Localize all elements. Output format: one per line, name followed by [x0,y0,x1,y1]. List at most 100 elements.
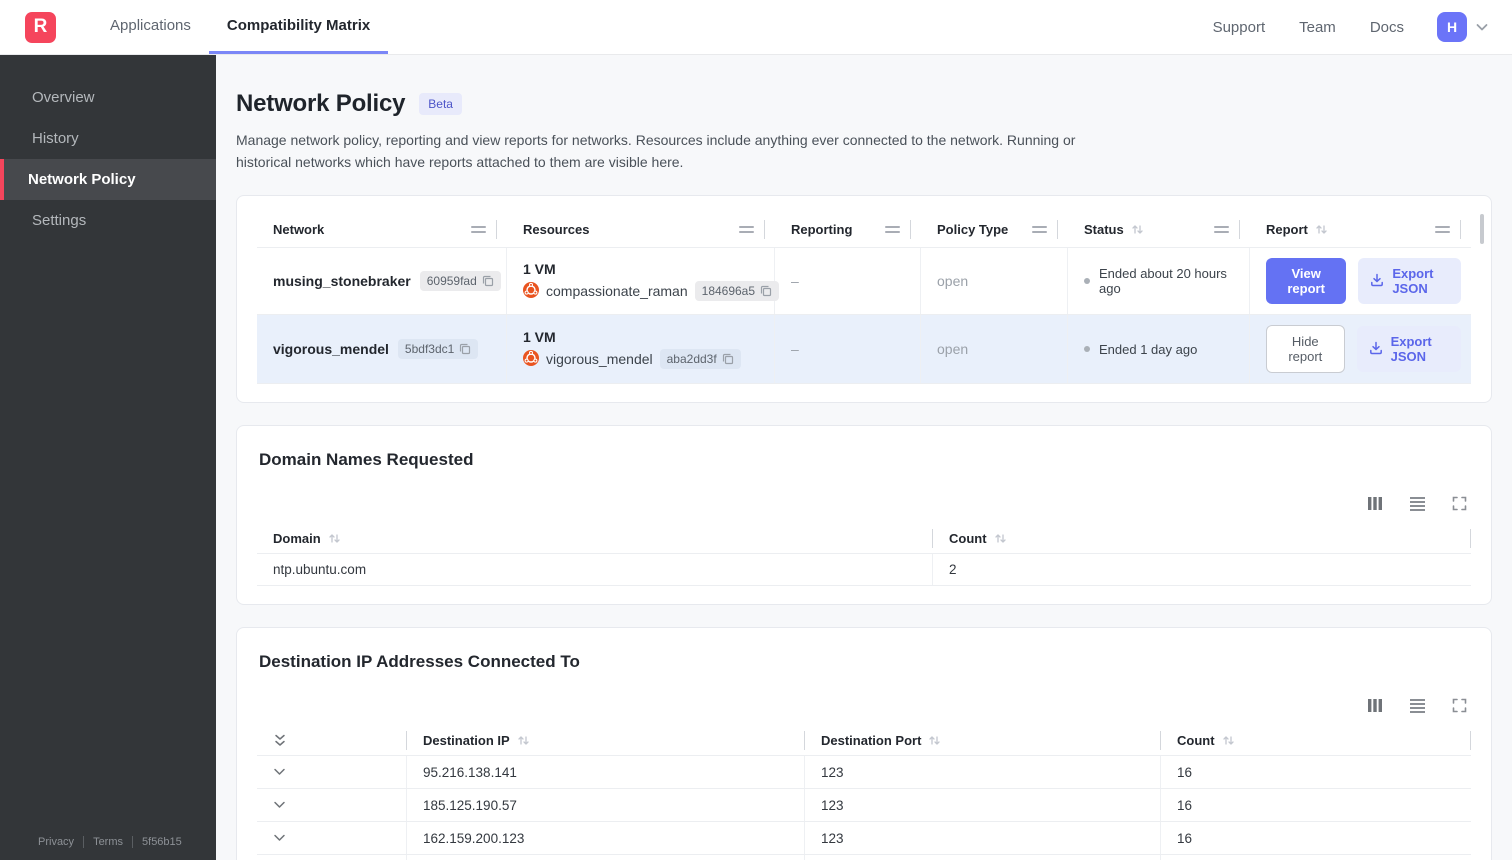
ubuntu-icon [523,349,539,369]
nav-tab-label: Applications [110,17,191,34]
privacy-link[interactable]: Privacy [38,836,74,848]
table-scrollbar[interactable] [1480,214,1484,245]
sidebar-item-network-policy[interactable]: Network Policy [0,159,216,200]
sort-arrows-icon[interactable] [1315,223,1328,236]
column-header-count[interactable]: Count [1161,725,1471,755]
destination-row: 162.159.200.123 123 16 [257,821,1471,855]
column-header-destination-ip[interactable]: Destination IP [407,725,805,755]
chevron-down-icon[interactable] [1474,19,1490,35]
hash-badge: aba2dd3f [659,349,741,370]
expand-cell [257,855,407,860]
row-density-icon[interactable] [1409,698,1426,714]
network-row[interactable]: musing_stonebraker 60959fad 1 VM compass… [257,247,1471,315]
column-divider [1460,220,1461,240]
terms-link[interactable]: Terms [93,836,123,848]
status-dot-icon [1084,346,1090,353]
column-header-report[interactable]: Report [1250,212,1471,247]
sort-arrows-icon[interactable] [517,734,530,747]
count-cell: 16 [1177,764,1193,780]
report-cell: View report Export JSON [1250,248,1471,314]
port-cell: 123 [805,822,1161,855]
nav-tab-applications[interactable]: Applications [92,0,209,54]
nav-link-support[interactable]: Support [1196,19,1283,36]
column-header-domain[interactable]: Domain [257,523,933,553]
destinations-table-header: Destination IP Destination Port Count [257,725,1471,755]
drag-handle-icon[interactable] [1435,226,1450,234]
column-header-destination-port[interactable]: Destination Port [805,725,1161,755]
double-chevron-down-icon[interactable] [273,733,287,748]
resources-cell: 1 VM vigorous_mendel aba2dd3f [507,315,775,384]
build-id: 5f56b15 [142,836,182,848]
destination-row: 185.125.190.58 123 16 [257,854,1471,860]
sidebar-item-overview[interactable]: Overview [0,77,216,118]
export-json-button[interactable]: Export JSON [1358,258,1461,305]
sort-arrows-icon[interactable] [1131,223,1144,236]
destinations-card: Destination IP Addresses Connected To De… [236,627,1492,860]
count-cell: 16 [1161,855,1471,860]
network-row[interactable]: vigorous_mendel 5bdf3dc1 1 VM vigorous_m… [257,314,1471,385]
ip-cell: 95.216.138.141 [407,756,805,789]
column-header-status[interactable]: Status [1068,212,1250,247]
fullscreen-icon[interactable] [1452,698,1467,713]
divider [132,836,134,848]
fullscreen-icon[interactable] [1452,496,1467,511]
sidebar-footer: Privacy Terms 5f56b15 [0,836,216,860]
hash-badge: 184696a5 [694,281,780,302]
nav-link-docs[interactable]: Docs [1353,19,1421,36]
column-header-resources[interactable]: Resources [507,212,775,247]
drag-handle-icon[interactable] [885,226,900,234]
column-divider [1470,528,1471,548]
column-divider [1057,220,1058,240]
status-cell: Ended 1 day ago [1068,315,1250,384]
column-divider [496,220,497,240]
nav-tab-compatibility-matrix[interactable]: Compatibility Matrix [208,0,389,54]
copy-icon[interactable] [722,353,734,365]
beta-badge: Beta [419,93,462,115]
domain-cell: ntp.ubuntu.com [257,554,933,586]
download-icon [1369,341,1383,358]
networks-table: Network Resources Reporting Policy Type … [257,212,1471,385]
user-avatar[interactable]: H [1437,12,1467,42]
drag-handle-icon[interactable] [739,226,754,234]
expand-cell [257,822,407,855]
copy-icon[interactable] [482,275,494,287]
main-content: Network Policy Beta Manage network polic… [216,0,1512,860]
row-density-icon[interactable] [1409,496,1426,512]
column-header-policy-type[interactable]: Policy Type [921,212,1068,247]
copy-icon[interactable] [459,343,471,355]
sort-arrows-icon[interactable] [928,734,941,747]
column-divider [1239,220,1240,240]
page-title: Network Policy [236,90,406,117]
chevron-down-icon[interactable] [273,801,286,810]
export-json-button[interactable]: Export JSON [1356,326,1461,373]
sort-arrows-icon[interactable] [328,532,341,545]
nav-link-team[interactable]: Team [1282,19,1353,36]
columns-icon[interactable] [1367,496,1383,511]
view-report-button[interactable]: View report [1266,258,1347,305]
domains-table-header: Domain Count [257,523,1471,553]
chevron-down-icon[interactable] [273,834,286,843]
chevron-down-icon[interactable] [273,768,286,777]
column-header-count[interactable]: Count [933,523,1471,553]
sidebar-item-history[interactable]: History [0,118,216,159]
sort-arrows-icon[interactable] [994,532,1007,545]
network-cell: musing_stonebraker 60959fad [257,248,507,315]
network-cell: vigorous_mendel 5bdf3dc1 [257,315,507,384]
sort-arrows-icon[interactable] [1222,734,1235,747]
networks-table-header: Network Resources Reporting Policy Type … [257,212,1471,247]
sidebar-item-settings[interactable]: Settings [0,200,216,241]
drag-handle-icon[interactable] [471,226,486,234]
columns-icon[interactable] [1367,698,1383,713]
policy-type-cell: open [921,248,1068,315]
status-dot-icon [1084,278,1090,285]
port-cell: 123 [805,855,1161,860]
hide-report-button[interactable]: Hide report [1266,325,1345,374]
column-header-reporting[interactable]: Reporting [775,212,921,247]
drag-handle-icon[interactable] [1214,226,1229,234]
domains-table: Domain Count ntp.ubuntu.com 2 [257,523,1471,587]
brand-logo-icon[interactable]: R [25,11,56,43]
column-header-network[interactable]: Network [257,212,507,247]
domain-row[interactable]: ntp.ubuntu.com 2 [257,553,1471,587]
drag-handle-icon[interactable] [1032,226,1047,234]
copy-icon[interactable] [760,285,772,297]
